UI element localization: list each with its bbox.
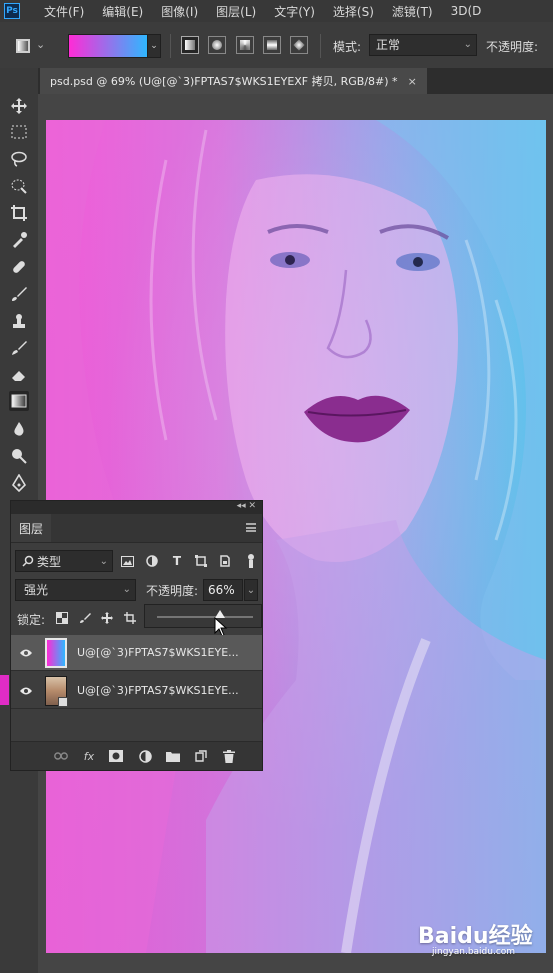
lock-transparent-pixels-icon[interactable] bbox=[55, 611, 69, 625]
panel-controls[interactable]: ◂◂ ✕ bbox=[237, 501, 256, 511]
menu-file[interactable]: 文件(F) bbox=[44, 3, 84, 20]
gradient-picker-dropdown[interactable]: ⌄ bbox=[147, 34, 161, 58]
filter-shape-icon[interactable] bbox=[193, 553, 209, 569]
search-icon bbox=[22, 555, 34, 567]
close-icon[interactable]: × bbox=[408, 75, 417, 88]
add-mask-icon[interactable] bbox=[108, 748, 124, 764]
marquee-tool-icon[interactable] bbox=[9, 122, 29, 142]
lock-artboard-icon[interactable] bbox=[123, 611, 137, 625]
chevron-down-icon: ⌄ bbox=[36, 38, 46, 51]
chevron-down-icon: ⌄ bbox=[463, 39, 472, 50]
divider bbox=[170, 34, 171, 58]
menu-edit[interactable]: 编辑(E) bbox=[102, 3, 143, 20]
pen-tool-icon[interactable] bbox=[9, 473, 29, 493]
opacity-label: 不透明度: bbox=[146, 584, 199, 598]
blend-mode-select[interactable]: 强光 ⌄ bbox=[15, 579, 136, 601]
menu-image[interactable]: 图像(I) bbox=[161, 3, 198, 20]
diamond-gradient-button[interactable] bbox=[290, 36, 308, 54]
filter-pixel-icon[interactable] bbox=[119, 553, 135, 569]
reflected-gradient-button[interactable] bbox=[263, 36, 281, 54]
menu-select[interactable]: 选择(S) bbox=[333, 3, 374, 20]
menu-filter[interactable]: 滤镜(T) bbox=[392, 3, 433, 20]
layer-style-icon[interactable]: fx bbox=[81, 748, 97, 764]
healing-brush-tool-icon[interactable] bbox=[9, 257, 29, 277]
filter-adjustment-icon[interactable] bbox=[144, 553, 160, 569]
mode-select[interactable]: 正常 ⌄ bbox=[369, 34, 477, 56]
lock-image-pixels-icon[interactable] bbox=[78, 611, 92, 625]
menu-type[interactable]: 文字(Y) bbox=[274, 3, 315, 20]
menu-layer[interactable]: 图层(L) bbox=[216, 3, 256, 20]
delete-layer-icon[interactable] bbox=[221, 748, 237, 764]
layer-name[interactable]: U@[@`3)FPTAS7$WKS1EYE... bbox=[77, 646, 239, 659]
panel-tab-row: 图层 bbox=[11, 514, 262, 543]
clone-stamp-tool-icon[interactable] bbox=[9, 311, 29, 331]
layer-row[interactable]: U@[@`3)FPTAS7$WKS1EYE... bbox=[11, 673, 262, 709]
lock-position-icon[interactable] bbox=[100, 611, 114, 625]
angle-gradient-button[interactable] bbox=[236, 36, 254, 54]
linear-gradient-button[interactable] bbox=[181, 36, 199, 54]
layer-thumbnail bbox=[45, 676, 68, 707]
blur-tool-icon[interactable] bbox=[9, 419, 29, 439]
layer-filter-select[interactable]: 类型 ⌄ bbox=[15, 550, 113, 572]
gradient-swatch[interactable] bbox=[68, 34, 148, 58]
radial-gradient-button[interactable] bbox=[208, 36, 226, 54]
menu-bar: Ps 文件(F) 编辑(E) 图像(I) 图层(L) 文字(Y) 选择(S) 滤… bbox=[0, 0, 553, 22]
filter-toggle-icon[interactable] bbox=[243, 553, 259, 569]
mode-label: 模式: bbox=[333, 40, 362, 54]
photoshop-logo-icon[interactable]: Ps bbox=[4, 3, 20, 19]
opacity-slider-track[interactable] bbox=[157, 616, 253, 618]
layer-thumbnail bbox=[45, 638, 67, 668]
new-layer-icon[interactable] bbox=[193, 748, 209, 764]
panel-header[interactable]: ◂◂ ✕ bbox=[11, 501, 262, 514]
layers-panel: ◂◂ ✕ 图层 类型 ⌄ T 强光 ⌄ 不透明度: 66% ⌄ 锁定: U@[@… bbox=[10, 500, 263, 771]
visibility-eye-icon[interactable] bbox=[19, 685, 33, 697]
lasso-tool-icon[interactable] bbox=[9, 149, 29, 169]
document-tab[interactable]: psd.psd @ 69% (U@[@`3)FPTAS7$WKS1EYEXF 拷… bbox=[40, 68, 427, 94]
new-group-icon[interactable] bbox=[165, 748, 181, 764]
eyedropper-tool-icon[interactable] bbox=[9, 230, 29, 250]
panel-footer: fx bbox=[11, 741, 262, 770]
tab-layers[interactable]: 图层 bbox=[11, 514, 51, 542]
quick-selection-tool-icon[interactable] bbox=[9, 176, 29, 196]
move-tool-icon[interactable] bbox=[9, 96, 29, 116]
dodge-tool-icon[interactable] bbox=[9, 446, 29, 466]
opacity-dropdown[interactable]: ⌄ bbox=[244, 579, 258, 601]
link-layers-icon[interactable] bbox=[53, 748, 69, 764]
lock-label: 锁定: bbox=[17, 613, 46, 627]
eraser-tool-icon[interactable] bbox=[9, 365, 29, 385]
color-strip bbox=[0, 675, 9, 705]
layer-row[interactable]: U@[@`3)FPTAS7$WKS1EYE... bbox=[11, 635, 262, 671]
crop-tool-icon[interactable] bbox=[9, 203, 29, 223]
panel-menu-icon[interactable] bbox=[246, 523, 256, 532]
smart-object-badge-icon bbox=[58, 697, 68, 707]
chevron-down-icon: ⌄ bbox=[122, 584, 131, 595]
tool-preset-picker[interactable]: ⌄ bbox=[12, 36, 48, 56]
layer-filter-value: 类型 bbox=[37, 554, 62, 569]
gradient-tool-icon bbox=[16, 39, 30, 53]
watermark-url: jingyan.baidu.com bbox=[432, 947, 516, 957]
adjustment-layer-icon[interactable] bbox=[137, 748, 153, 764]
layer-name[interactable]: U@[@`3)FPTAS7$WKS1EYE... bbox=[77, 684, 239, 697]
gradient-tool-icon[interactable] bbox=[9, 391, 29, 411]
mouse-cursor-icon bbox=[214, 617, 228, 637]
menu-3d[interactable]: 3D(D bbox=[451, 4, 482, 18]
filter-smart-object-icon[interactable] bbox=[217, 553, 233, 569]
watermark-logo: Baidu经验 bbox=[418, 924, 533, 949]
visibility-eye-icon[interactable] bbox=[19, 647, 33, 659]
document-tab-bar: psd.psd @ 69% (U@[@`3)FPTAS7$WKS1EYEXF 拷… bbox=[38, 68, 553, 94]
options-bar: ⌄ ⌄ 模式: 正常 ⌄ 不透明度: bbox=[0, 22, 553, 69]
chevron-down-icon: ⌄ bbox=[99, 555, 108, 567]
opacity-input[interactable]: 66% bbox=[203, 579, 243, 601]
brush-tool-icon[interactable] bbox=[9, 284, 29, 304]
divider bbox=[320, 34, 321, 58]
mode-value: 正常 bbox=[376, 38, 401, 52]
filter-type-icon[interactable]: T bbox=[169, 553, 185, 569]
blend-mode-value: 强光 bbox=[24, 583, 49, 597]
history-brush-tool-icon[interactable] bbox=[9, 338, 29, 358]
opacity-label: 不透明度: bbox=[486, 40, 539, 54]
document-tab-title: psd.psd @ 69% (U@[@`3)FPTAS7$WKS1EYEXF 拷… bbox=[50, 75, 398, 88]
opacity-slider-popup[interactable] bbox=[144, 604, 262, 628]
